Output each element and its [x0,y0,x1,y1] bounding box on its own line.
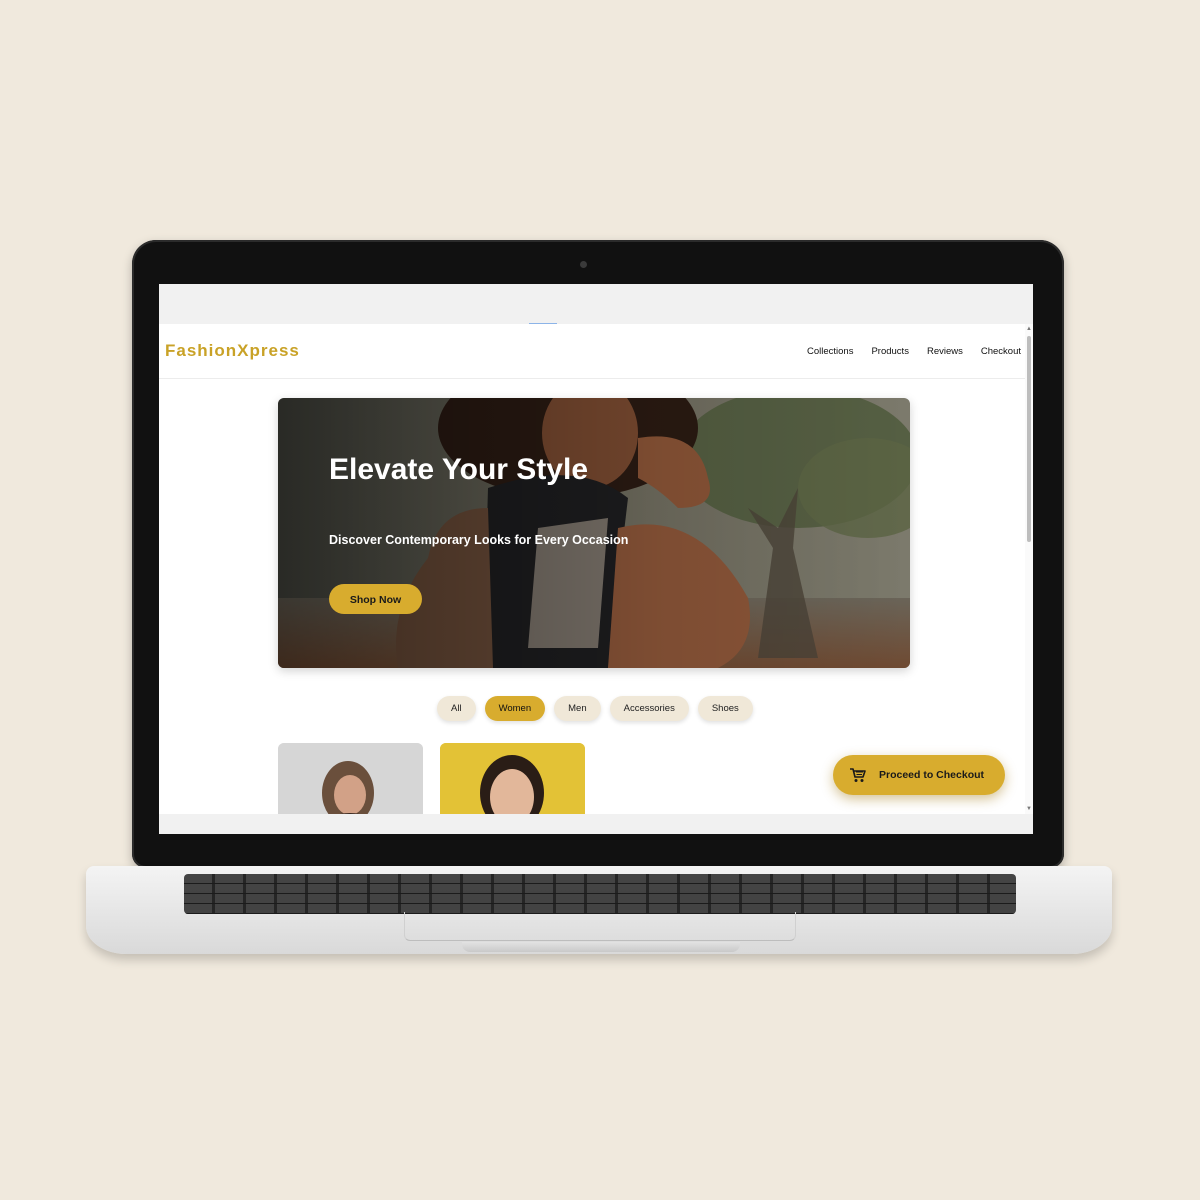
product-image [440,743,585,814]
product-card[interactable] [278,743,423,814]
product-card[interactable] [440,743,585,814]
filter-shoes[interactable]: Shoes [697,696,753,721]
brand-logo[interactable]: FashionXpress [165,341,300,361]
filter-all[interactable]: All [437,696,476,721]
proceed-to-checkout-button[interactable]: Proceed to Checkout [833,755,1005,795]
laptop-screen: FashionXpress Collections Products Revie… [159,284,1033,834]
browser-bottom-bar [159,814,1033,834]
scroll-down-arrow-icon[interactable]: ▼ [1026,806,1032,812]
scroll-up-arrow-icon[interactable]: ▲ [1026,326,1032,332]
hero-banner: Elevate Your Style Discover Contemporary… [278,398,910,668]
page-scrollbar[interactable]: ▲ ▼ [1025,324,1033,814]
lid-notch [462,942,740,952]
web-page: FashionXpress Collections Products Revie… [159,324,1025,814]
main-nav: Collections Products Reviews Checkout [789,346,1021,357]
nav-link-reviews[interactable]: Reviews [927,346,963,357]
hero-subtitle: Discover Contemporary Looks for Every Oc… [329,533,629,547]
product-image [278,743,423,814]
shop-now-button[interactable]: Shop Now [329,584,422,614]
filter-women[interactable]: Women [484,696,546,721]
trackpad [404,912,796,941]
nav-link-products[interactable]: Products [871,346,909,357]
category-filters: All Women Men Accessories Shoes [437,696,753,721]
keyboard-rows [184,874,1016,914]
shopping-cart-icon [850,768,866,782]
hero-title: Elevate Your Style [329,453,589,486]
browser-toolbar [159,284,1033,324]
scroll-thumb[interactable] [1027,336,1031,542]
webcam [580,261,587,268]
nav-link-checkout[interactable]: Checkout [981,346,1021,357]
nav-link-collections[interactable]: Collections [807,346,853,357]
filter-accessories[interactable]: Accessories [609,696,689,721]
filter-men[interactable]: Men [554,696,601,721]
checkout-button-label: Proceed to Checkout [879,769,985,781]
site-header: FashionXpress Collections Products Revie… [159,324,1025,379]
